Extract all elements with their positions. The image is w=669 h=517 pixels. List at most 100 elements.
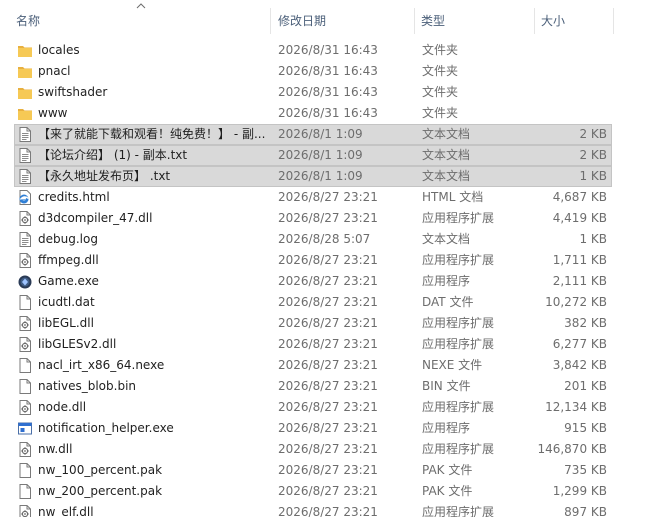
file-row[interactable]: 【来了就能下载和观看！纯免费！】 - 副... 2026/8/1 1:09 文本文档…: [14, 124, 612, 145]
column-header-name[interactable]: 名称: [16, 8, 268, 34]
column-divider[interactable]: [414, 8, 415, 34]
file-name: credits.html: [38, 190, 110, 204]
file-type: 文本文档: [422, 232, 471, 246]
file-type: 文本文档: [422, 148, 471, 162]
column-divider[interactable]: [270, 8, 271, 34]
file-modified-date: 2026/8/27 23:21: [278, 358, 378, 372]
file-type: 应用程序: [422, 274, 471, 288]
file-name: pnacl: [38, 64, 71, 78]
file-size: 6,277 KB: [552, 337, 607, 351]
file-size: 201 KB: [564, 379, 607, 393]
file-row[interactable]: www 2026/8/31 16:43 文件夹: [14, 103, 612, 124]
file-name: nw.dll: [38, 442, 73, 456]
file-modified-date: 2026/8/27 23:21: [278, 421, 378, 435]
file-name: swiftshader: [38, 85, 108, 99]
dll-file-icon: [17, 315, 33, 332]
file-modified-date: 2026/8/1 1:09: [278, 127, 363, 141]
game-exe-icon: [17, 273, 33, 290]
file-type: PAK 文件: [422, 484, 473, 498]
file-row[interactable]: nacl_irt_x86_64.nexe 2026/8/27 23:21 NEXE …: [14, 355, 612, 376]
file-row[interactable]: 【永久地址发布页】 .txt 2026/8/1 1:09 文本文档 1 KB: [14, 166, 612, 187]
file-name: natives_blob.bin: [38, 379, 137, 393]
file-type: 文本文档: [422, 169, 471, 183]
file-type: 应用程序扩展: [422, 337, 495, 351]
file-row[interactable]: natives_blob.bin 2026/8/27 23:21 BIN 文件 201…: [14, 376, 612, 397]
file-name: www: [38, 106, 68, 120]
file-row[interactable]: ffmpeg.dll 2026/8/27 23:21 应用程序扩展 1,711 KB: [14, 250, 612, 271]
file-row[interactable]: locales 2026/8/31 16:43 文件夹: [14, 40, 612, 61]
file-row[interactable]: nw.dll 2026/8/27 23:21 应用程序扩展 146,870 KB: [14, 439, 612, 460]
file-row[interactable]: debug.log 2026/8/28 5:07 文本文档 1 KB: [14, 229, 612, 250]
html-file-icon: [17, 189, 33, 206]
file-modified-date: 2026/8/27 23:21: [278, 484, 378, 498]
file-size: 382 KB: [564, 316, 607, 330]
blank-file-icon: [17, 357, 33, 374]
dll-file-icon: [17, 252, 33, 269]
file-row[interactable]: credits.html 2026/8/27 23:21 HTML 文档 4,687 …: [14, 187, 612, 208]
folder-icon: [17, 84, 33, 101]
file-size: 2 KB: [579, 127, 607, 141]
column-divider[interactable]: [613, 8, 614, 34]
file-name: debug.log: [38, 232, 98, 246]
file-name: 【论坛介绍】 (1) - 副本.txt: [38, 148, 188, 162]
file-row[interactable]: nw_elf.dll 2026/8/27 23:21 应用程序扩展 897 KB: [14, 502, 612, 517]
file-type: BIN 文件: [422, 379, 471, 393]
file-type: 应用程序扩展: [422, 253, 495, 267]
file-type: 应用程序: [422, 421, 471, 435]
exe-window-icon: [17, 420, 33, 437]
column-header-size[interactable]: 大小: [541, 8, 611, 34]
dll-file-icon: [17, 336, 33, 353]
file-size: 4,419 KB: [552, 211, 607, 225]
file-row[interactable]: swiftshader 2026/8/31 16:43 文件夹: [14, 82, 612, 103]
text-file-icon: [17, 126, 33, 143]
file-size: 2 KB: [579, 148, 607, 162]
file-type: 应用程序扩展: [422, 505, 495, 517]
file-modified-date: 2026/8/27 23:21: [278, 316, 378, 330]
file-name: locales: [38, 43, 80, 57]
file-modified-date: 2026/8/31 16:43: [278, 43, 378, 57]
column-divider[interactable]: [534, 8, 535, 34]
file-modified-date: 2026/8/27 23:21: [278, 505, 378, 517]
file-modified-date: 2026/8/1 1:09: [278, 148, 363, 162]
file-modified-date: 2026/8/31 16:43: [278, 85, 378, 99]
file-row[interactable]: libEGL.dll 2026/8/27 23:21 应用程序扩展 382 KB: [14, 313, 612, 334]
file-modified-date: 2026/8/27 23:21: [278, 337, 378, 351]
file-type: DAT 文件: [422, 295, 474, 309]
file-row[interactable]: pnacl 2026/8/31 16:43 文件夹: [14, 61, 612, 82]
file-size: 2,111 KB: [552, 274, 607, 288]
file-row[interactable]: icudtl.dat 2026/8/27 23:21 DAT 文件 10,272 KB: [14, 292, 612, 313]
file-row[interactable]: notification_helper.exe 2026/8/27 23:21 应用…: [14, 418, 612, 439]
file-modified-date: 2026/8/27 23:21: [278, 400, 378, 414]
file-size: 915 KB: [564, 421, 607, 435]
blank-file-icon: [17, 378, 33, 395]
file-row[interactable]: node.dll 2026/8/27 23:21 应用程序扩展 12,134 KB: [14, 397, 612, 418]
dll-file-icon: [17, 399, 33, 416]
file-name: 【永久地址发布页】 .txt: [38, 169, 171, 183]
file-row[interactable]: 【论坛介绍】 (1) - 副本.txt 2026/8/1 1:09 文本文档 2 KB: [14, 145, 612, 166]
text-file-icon: [17, 168, 33, 185]
file-name: nw_200_percent.pak: [38, 484, 163, 498]
file-row[interactable]: Game.exe 2026/8/27 23:21 应用程序 2,111 KB: [14, 271, 612, 292]
column-header-date[interactable]: 修改日期: [278, 8, 413, 34]
file-size: 4,687 KB: [552, 190, 607, 204]
file-name: nw_100_percent.pak: [38, 463, 163, 477]
file-modified-date: 2026/8/27 23:21: [278, 442, 378, 456]
file-modified-date: 2026/8/27 23:21: [278, 190, 378, 204]
file-name: libEGL.dll: [38, 316, 94, 330]
text-file-icon: [17, 147, 33, 164]
file-row[interactable]: libGLESv2.dll 2026/8/27 23:21 应用程序扩展 6,277 …: [14, 334, 612, 355]
file-name: notification_helper.exe: [38, 421, 174, 435]
file-row[interactable]: d3dcompiler_47.dll 2026/8/27 23:21 应用程序扩展 4…: [14, 208, 612, 229]
column-header-type[interactable]: 类型: [421, 8, 533, 34]
file-explorer-details-view: 名称 修改日期 类型 大小 locales 2026/8/31 16:43 文件夹 …: [0, 0, 669, 517]
file-type: HTML 文档: [422, 190, 484, 204]
file-type: 应用程序扩展: [422, 316, 495, 330]
file-row[interactable]: nw_100_percent.pak 2026/8/27 23:21 PAK 文件 7…: [14, 460, 612, 481]
file-row[interactable]: nw_200_percent.pak 2026/8/27 23:21 PAK 文件 1…: [14, 481, 612, 502]
file-size: 1 KB: [579, 169, 607, 183]
file-size: 735 KB: [564, 463, 607, 477]
file-modified-date: 2026/8/27 23:21: [278, 211, 378, 225]
file-name: 【来了就能下载和观看！纯免费！】 - 副...: [38, 127, 266, 141]
file-size: 10,272 KB: [545, 295, 607, 309]
file-type: 文件夹: [422, 106, 459, 120]
